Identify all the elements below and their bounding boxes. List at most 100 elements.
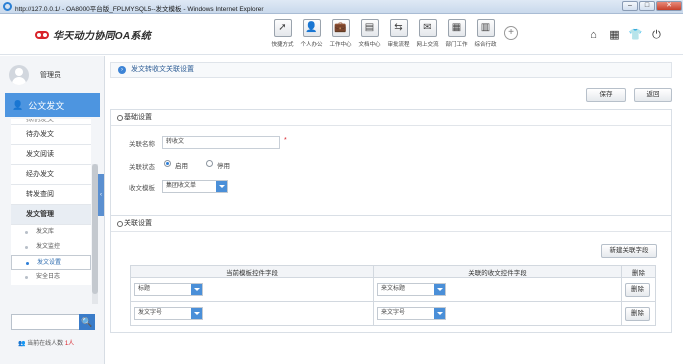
back-button[interactable]: 返回 (634, 88, 672, 102)
chevron-down-icon (191, 284, 202, 295)
search-icon[interactable]: 🔍 (79, 314, 95, 330)
table-row: 标题 来文标题 删除 (130, 277, 656, 302)
template-value: 集团收文单 (166, 183, 197, 189)
minimize-button[interactable]: – (622, 1, 638, 11)
chevron-down-icon (191, 308, 202, 319)
trash-admin-icon: ▥ (476, 19, 495, 37)
arrow-cursor-icon: ➚ (273, 19, 292, 37)
power-icon[interactable]: ⏻ (646, 29, 667, 41)
delete-button[interactable]: 删除 (625, 307, 650, 321)
status-disabled-radio[interactable] (206, 160, 213, 167)
sidebar-search[interactable]: 🔍 (11, 314, 95, 330)
maximize-button[interactable]: □ (639, 1, 655, 11)
arrow-circle-icon: › (118, 66, 126, 74)
flow-icon: ⇆ (389, 19, 408, 37)
add-shortcut-icon[interactable]: + (504, 26, 518, 40)
name-row: 关联名称 转收文 * (111, 136, 311, 150)
top-navigation: ➚ 快捷方式 👤 个人办公 💼 工作中心 ▤ 文档中心 ⇆ 审批流程 ✉ 网上交流 ▦ 部门… (268, 19, 518, 53)
sidebar-collapse-button[interactable]: ‹ (98, 174, 104, 216)
template-select[interactable]: 集团收文单 (162, 180, 228, 193)
target-field-value: 来文标题 (381, 286, 406, 292)
folder-icon: ▤ (360, 19, 379, 37)
sidebar-item[interactable]: 发文阅读 (11, 145, 91, 165)
home-icon[interactable]: ⌂ (583, 29, 604, 41)
window-title: http://127.0.0.1/ - OA8000平台版_FPLMYSQL5-… (15, 6, 264, 13)
source-field-cell: 标题 (130, 277, 374, 302)
online-users: 👥 当前在线人数 1人 (18, 338, 74, 347)
delete-cell: 删除 (621, 277, 656, 302)
status-enabled-label: 启用 (175, 163, 188, 170)
online-label: 当前在线人数 (27, 341, 64, 347)
chevron-down-icon (434, 308, 445, 319)
grid-icon[interactable]: ▦ (604, 29, 625, 41)
page-title: 发文转收文关联设置 (131, 66, 194, 73)
basic-settings-title: 基础设置 (111, 110, 671, 126)
relation-settings-panel: 关联设置 新建关联字段 当前模板控件字段 关联的收文控件字段 删除 标题 来文标… (110, 215, 672, 333)
avatar (9, 65, 29, 85)
status-enabled-radio[interactable] (164, 160, 171, 167)
ie-logo-icon (3, 2, 12, 11)
delete-button[interactable]: 删除 (625, 283, 650, 297)
topnav-item[interactable]: ▥ 综合行政 (471, 19, 500, 53)
sidebar-subitem[interactable]: 安全日志 (11, 270, 91, 285)
close-window-button[interactable]: ✕ (656, 1, 682, 11)
sidebar-subitem[interactable]: 发文监控 (11, 240, 91, 255)
sidebar-subitem[interactable]: 发文库 (11, 225, 91, 240)
header-icons: ⌂ ▦ 👕 ⏻ (583, 29, 667, 41)
logo-mark-icon (35, 30, 49, 39)
source-field-cell: 发文字号 (130, 301, 374, 326)
source-field-value: 发文字号 (138, 310, 163, 316)
department-icon: ▦ (447, 19, 466, 37)
source-field-value: 标题 (138, 286, 151, 292)
delete-cell: 删除 (621, 301, 656, 326)
sidebar-item[interactable]: 经办发文 (11, 165, 91, 185)
target-field-cell: 来文标题 (373, 277, 622, 302)
column-header: 当前模板控件字段 (130, 265, 374, 278)
required-mark: * (284, 137, 287, 144)
template-row: 收文模板 集团收文单 (111, 180, 311, 194)
add-relation-field-button[interactable]: 新建关联字段 (601, 244, 657, 258)
table-row: 发文字号 来文字号 删除 (130, 301, 656, 326)
sidebar: 管理员 👤 公文发文 拟制发文 待办发文 发文阅读 经办发文 转发查阅 发文管理 发文库 发文… (0, 56, 105, 364)
chat-icon: ✉ (418, 19, 437, 37)
relation-settings-title: 关联设置 (111, 216, 671, 232)
app-header: 华天动力协同OA系统 ➚ 快捷方式 👤 个人办公 💼 工作中心 ▤ 文档中心 ⇆ 审批流… (0, 15, 683, 55)
status-label: 关联状态 (129, 164, 155, 171)
logo-text: 华天动力协同OA系统 (53, 31, 151, 42)
sidebar-item[interactable]: 转发查阅 (11, 185, 91, 205)
person-icon: 👤 (12, 99, 24, 110)
app-logo[interactable]: 华天动力协同OA系统 (35, 27, 151, 42)
sidebar-item[interactable]: 发文管理 (11, 205, 91, 225)
column-header: 删除 (621, 265, 656, 278)
save-button[interactable]: 保存 (586, 88, 626, 102)
target-field-select[interactable]: 来文字号 (377, 307, 446, 320)
main-content: › 发文转收文关联设置 保存 返回 基础设置 关联名称 转收文 * 关联状态 启… (106, 56, 683, 364)
module-title: 公文发文 (28, 100, 65, 111)
sidebar-item[interactable]: 待办发文 (11, 125, 91, 145)
target-field-select[interactable]: 来文标题 (377, 283, 446, 296)
online-users-icon: 👥 (18, 341, 26, 347)
user-name: 管理员 (40, 72, 61, 79)
module-header[interactable]: 👤 公文发文 (5, 93, 100, 117)
breadcrumb: › 发文转收文关联设置 (110, 62, 672, 78)
user-box[interactable]: 管理员 (6, 62, 98, 88)
status-row: 关联状态 启用 停用 (111, 159, 311, 173)
person-icon: 👤 (302, 19, 321, 37)
briefcase-icon: 💼 (331, 19, 350, 37)
sidebar-subitem[interactable]: 发文设置 (11, 255, 91, 270)
status-disabled-label: 停用 (217, 163, 230, 170)
column-header: 关联的收文控件字段 (373, 265, 622, 278)
chevron-down-icon (216, 181, 227, 192)
source-field-select[interactable]: 发文字号 (134, 307, 203, 320)
source-field-select[interactable]: 标题 (134, 283, 203, 296)
topnav-label: 综合行政 (474, 42, 497, 48)
sidebar-menu: 拟制发文 待办发文 发文阅读 经办发文 转发查阅 发文管理 发文库 发文监控 发文设置 安全日志 (11, 119, 91, 285)
name-input[interactable]: 转收文 (162, 136, 280, 149)
online-count: 1人 (64, 341, 75, 347)
browser-titlebar: http://127.0.0.1/ - OA8000平台版_FPLMYSQL5-… (0, 0, 683, 14)
target-field-cell: 来文字号 (373, 301, 622, 326)
target-field-value: 来文字号 (381, 310, 406, 316)
chevron-down-icon (434, 284, 445, 295)
relation-table: 当前模板控件字段 关联的收文控件字段 删除 标题 来文标题 删除 发文字号 来文… (130, 265, 656, 326)
shirt-icon[interactable]: 👕 (625, 29, 646, 41)
